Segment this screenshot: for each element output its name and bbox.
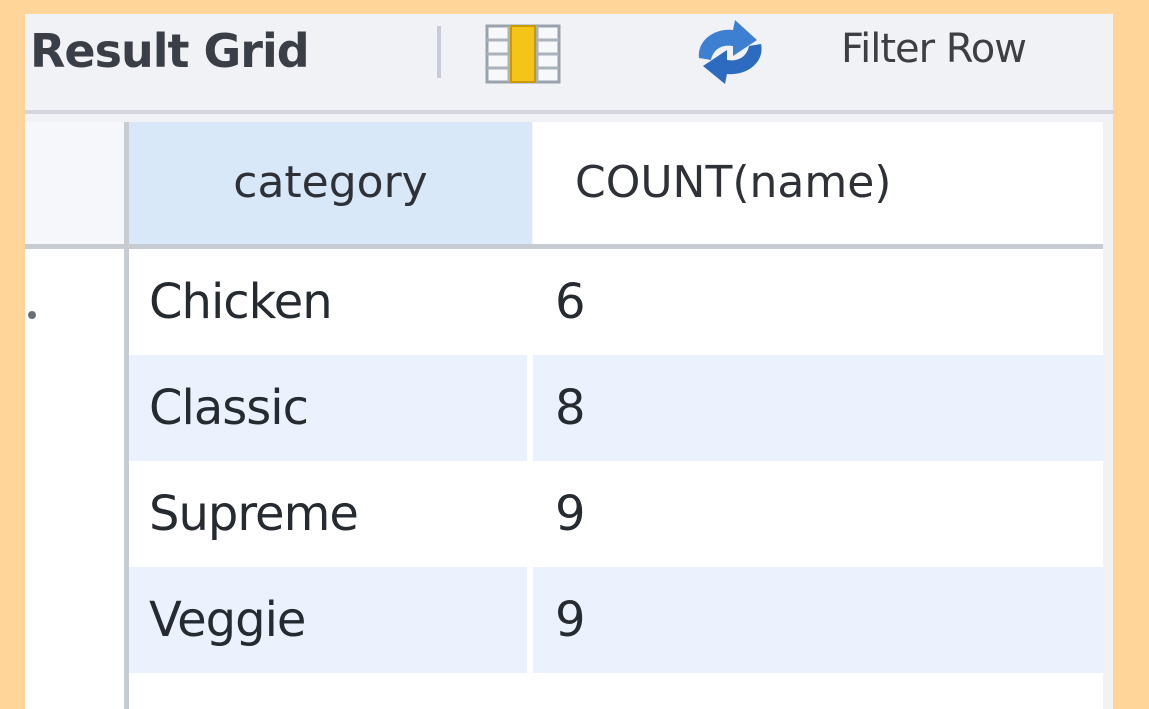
- refresh-icon[interactable]: [675, 18, 785, 86]
- current-row-indicator-icon: [28, 311, 36, 319]
- table-row[interactable]: Veggie 9: [129, 567, 1103, 673]
- result-grid-tab[interactable]: Result Grid: [30, 24, 310, 78]
- table-row[interactable]: Supreme 9: [129, 461, 1103, 567]
- cell-category[interactable]: Supreme: [129, 461, 527, 567]
- result-grid-panel: Result Grid Filter Row category COUNT(na…: [25, 14, 1113, 709]
- toolbar-separator: [437, 26, 441, 78]
- cell-count[interactable]: 9: [533, 567, 1103, 673]
- cell-category[interactable]: Classic: [129, 355, 527, 461]
- cell-count[interactable]: 6: [533, 249, 1103, 355]
- cell-count[interactable]: 8: [533, 355, 1103, 461]
- cell-category[interactable]: Veggie: [129, 567, 527, 673]
- column-header-count-name[interactable]: COUNT(name): [533, 122, 1103, 244]
- row-gutter-divider: [124, 122, 129, 709]
- column-header-category[interactable]: category: [129, 122, 532, 244]
- result-table[interactable]: category COUNT(name) Chicken 6 Classic 8…: [25, 122, 1103, 709]
- grid-layout-icon[interactable]: [483, 22, 563, 86]
- toolbar-divider: [25, 110, 1113, 114]
- table-header-row: category COUNT(name): [25, 122, 1103, 244]
- table-row[interactable]: Chicken 6: [129, 249, 1103, 355]
- cell-count[interactable]: 9: [533, 461, 1103, 567]
- table-row[interactable]: Classic 8: [129, 355, 1103, 461]
- filter-rows-label: Filter Row: [841, 26, 1027, 72]
- cell-category[interactable]: Chicken: [129, 249, 527, 355]
- result-toolbar: Result Grid Filter Row: [25, 14, 1113, 110]
